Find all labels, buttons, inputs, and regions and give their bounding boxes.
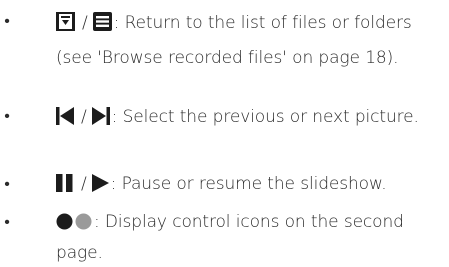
play-icon (91, 173, 109, 201)
file-list-icon (92, 10, 112, 42)
dot-grey-icon (75, 211, 92, 239)
previous-icon (56, 105, 74, 136)
pause-icon (56, 173, 74, 201)
icon-separator: / (81, 107, 87, 127)
item-text: : Select the previous or next picture. (111, 107, 419, 127)
list-item: • : Display control icons on the second … (0, 206, 448, 264)
bullet: • (4, 174, 10, 193)
bullet: • (4, 212, 10, 231)
list-item: • / : Return to the list of files or fol… (0, 0, 446, 96)
list-item: • / : Pause or resume the slideshow. (0, 168, 446, 200)
list-item: • / : Select the previous or next pictur… (0, 100, 446, 164)
item-text: : Pause or resume the slideshow. (110, 174, 387, 194)
browse-list-icon (56, 10, 75, 42)
icon-separator: / (82, 13, 88, 33)
dot-black-icon (56, 211, 73, 239)
item-text: : Display control icons on the second pa… (56, 212, 404, 263)
bullet: • (4, 11, 10, 30)
next-icon (91, 105, 110, 136)
icon-separator: / (81, 174, 87, 194)
bullet: • (4, 106, 10, 125)
